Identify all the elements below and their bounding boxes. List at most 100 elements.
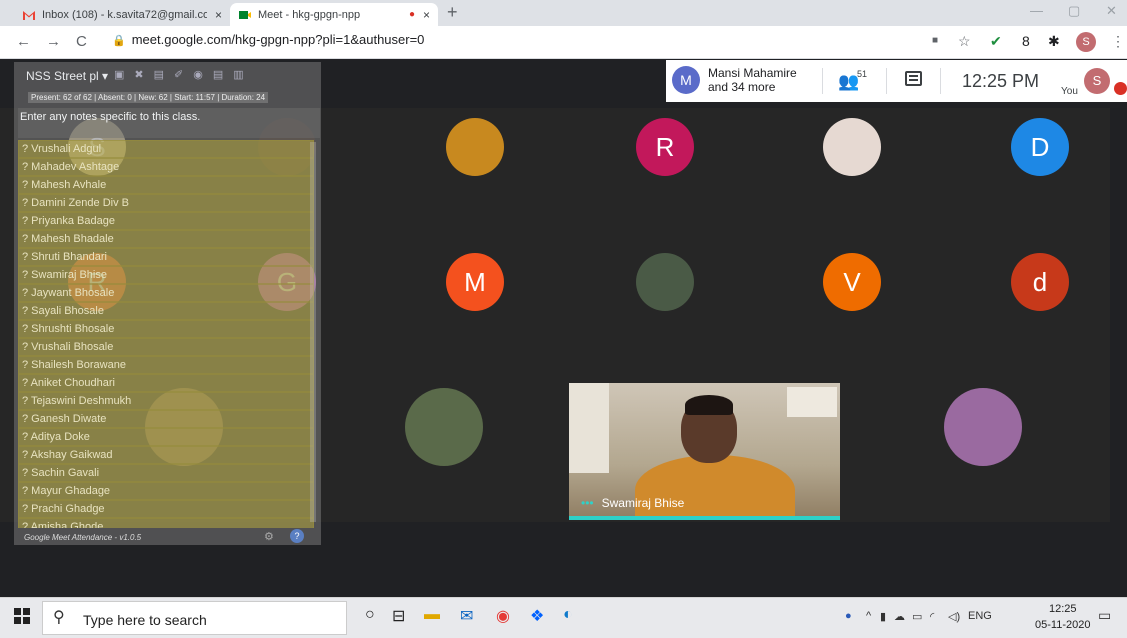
speaking-indicator: [569, 516, 840, 520]
active-speaker-video[interactable]: ••• Swamiraj Bhise: [569, 383, 840, 520]
class-notes-input[interactable]: Enter any notes specific to this class.: [18, 108, 320, 138]
participant-photo[interactable]: [405, 388, 483, 466]
you-label: You: [1061, 86, 1078, 97]
windows-taskbar: ⚲ Type here to search ○ ⊟ ▬ ✉ ◉ ❖ ◐ ● ^ …: [0, 597, 1127, 638]
back-arrow-icon[interactable]: ←: [16, 33, 31, 50]
student-row[interactable]: ? Prachi Ghadge: [18, 500, 314, 518]
student-row[interactable]: ? Aniket Choudhari: [18, 374, 314, 392]
language-indicator[interactable]: ENG: [968, 610, 992, 622]
task-view-icon[interactable]: ⊟: [392, 606, 405, 626]
student-list: ? Vrushali Adgul? Mahadev Ashtage? Mahes…: [18, 140, 314, 528]
forward-arrow-icon[interactable]: →: [46, 33, 61, 50]
battery-icon[interactable]: ▭: [912, 610, 922, 623]
settings-icon[interactable]: ⚙: [264, 530, 274, 543]
presenter-info[interactable]: Mansi Mahamire and 34 more: [708, 66, 797, 94]
student-row[interactable]: ? Shruti Bhandari: [18, 248, 314, 266]
speaker-body: [635, 455, 795, 520]
taskbar-clock[interactable]: 12:25 05-11-2020: [1035, 601, 1090, 633]
show-hidden-icons[interactable]: ^: [866, 610, 871, 622]
puzzle-icon[interactable]: ✱: [1048, 33, 1060, 50]
participant-avatar[interactable]: D: [1011, 118, 1069, 176]
participant-photo[interactable]: [636, 253, 694, 311]
student-row[interactable]: ? Amisha Ghode: [18, 518, 314, 528]
student-row[interactable]: ? Mayur Ghadage: [18, 482, 314, 500]
participant-avatar[interactable]: R: [636, 118, 694, 176]
taskbar-search[interactable]: ⚲ Type here to search: [42, 601, 347, 635]
tab-close-button[interactable]: ×: [423, 8, 430, 22]
cloud-icon[interactable]: ☁: [894, 610, 905, 623]
edge-icon[interactable]: ◐: [563, 606, 573, 624]
camera-icon[interactable]: ■: [932, 35, 938, 46]
class-select[interactable]: NSS Street pl ▾: [26, 69, 108, 83]
extension-icon[interactable]: 8: [1022, 33, 1030, 49]
student-row[interactable]: ? Mahesh Avhale: [18, 176, 314, 194]
participant-photo[interactable]: [944, 388, 1022, 466]
people-icon[interactable]: 👥: [838, 72, 859, 92]
tab-meet[interactable]: Meet - hkg-gpgn-npp ● ×: [230, 3, 438, 26]
student-row[interactable]: ? Ganesh Diwate: [18, 410, 314, 428]
mic-tray-icon: ▮: [880, 611, 887, 623]
meet-icon: [238, 9, 252, 21]
file-explorer-icon[interactable]: ▬: [424, 606, 440, 624]
volume-icon[interactable]: ◁): [948, 610, 960, 623]
student-row[interactable]: ? Swamiraj Bhise: [18, 266, 314, 284]
windows-start-icon[interactable]: [14, 608, 30, 629]
dropbox-icon[interactable]: ❖: [530, 606, 544, 626]
student-row[interactable]: ? Mahadev Ashtage: [18, 158, 314, 176]
tab-close-button[interactable]: ×: [215, 8, 222, 22]
student-row[interactable]: ? Akshay Gaikwad: [18, 446, 314, 464]
star-icon[interactable]: ☆: [958, 33, 971, 50]
participant-avatar[interactable]: d: [1011, 253, 1069, 311]
taskbar-time: 12:25: [1048, 603, 1077, 615]
student-row[interactable]: ? Shrushti Bhosale: [18, 320, 314, 338]
student-row[interactable]: ? Priyanka Badage: [18, 212, 314, 230]
speaker-name: Swamiraj Bhise: [601, 496, 685, 510]
chrome-icon[interactable]: ◉: [496, 606, 510, 626]
menu-icon[interactable]: ⋮: [1111, 33, 1125, 50]
student-row[interactable]: ? Sachin Gavali: [18, 464, 314, 482]
extension-toolbar-icons: ▣✖▤✐◉▤▥: [114, 69, 254, 81]
presenter-more: and 34 more: [708, 80, 776, 94]
student-row[interactable]: ? Vrushali Adgul: [18, 140, 314, 158]
help-tray-icon[interactable]: ●: [845, 610, 852, 622]
minimize-button[interactable]: —: [1030, 3, 1043, 18]
student-row[interactable]: ? Damini Zende Div B: [18, 194, 314, 212]
speaker-hair: [685, 395, 733, 415]
student-row[interactable]: ? Tejaswini Deshmukh: [18, 392, 314, 410]
self-avatar[interactable]: S: [1084, 68, 1110, 94]
participant-photo[interactable]: [446, 118, 504, 176]
student-row[interactable]: ? Jaywant Bhosale: [18, 284, 314, 302]
notifications-icon[interactable]: ▭: [1098, 607, 1111, 624]
scrollbar[interactable]: [310, 142, 316, 522]
address-bar[interactable]: 🔒 meet.google.com/hkg-gpgn-npp?pli=1&auth…: [112, 32, 424, 47]
new-tab-button[interactable]: +: [447, 2, 458, 23]
reload-icon[interactable]: C: [76, 33, 87, 50]
tab-strip: Inbox (108) - k.savita72@gmail.co × Meet…: [0, 0, 1127, 26]
help-icon[interactable]: ?: [290, 529, 304, 543]
student-row[interactable]: ? Vrushali Bhosale: [18, 338, 314, 356]
chat-icon[interactable]: [905, 71, 922, 86]
student-row[interactable]: ? Aditya Doke: [18, 428, 314, 446]
mail-icon[interactable]: ✉: [460, 606, 473, 626]
check-extension-icon[interactable]: ✔: [990, 33, 1002, 50]
participant-avatar[interactable]: M: [446, 253, 504, 311]
maximize-button[interactable]: ▢: [1068, 3, 1080, 19]
participant-photo[interactable]: [823, 118, 881, 176]
participant-count: 51: [857, 69, 868, 79]
url-text: meet.google.com/hkg-gpgn-npp?pli=1&authu…: [131, 32, 425, 47]
wifi-icon[interactable]: ◜: [930, 610, 934, 623]
student-row[interactable]: ? Sayali Bhosale: [18, 302, 314, 320]
close-window-button[interactable]: ✕: [1106, 3, 1117, 19]
tab-gmail[interactable]: Inbox (108) - k.savita72@gmail.co ×: [14, 3, 230, 26]
search-icon: ⚲: [53, 609, 65, 626]
speaker-name-label: ••• Swamiraj Bhise: [581, 496, 684, 510]
participant-avatar[interactable]: V: [823, 253, 881, 311]
student-row[interactable]: ? Mahesh Bhadale: [18, 230, 314, 248]
cortana-icon[interactable]: ○: [365, 606, 375, 624]
search-placeholder: Type here to search: [83, 612, 207, 628]
profile-avatar[interactable]: S: [1076, 32, 1096, 52]
meet-clock: 12:25 PM: [962, 71, 1040, 91]
student-row[interactable]: ? Shailesh Borawane: [18, 356, 314, 374]
tab-title: Meet - hkg-gpgn-npp: [258, 8, 361, 21]
attendance-stats: Present: 62 of 62 | Absent: 0 | New: 62 …: [28, 92, 269, 103]
